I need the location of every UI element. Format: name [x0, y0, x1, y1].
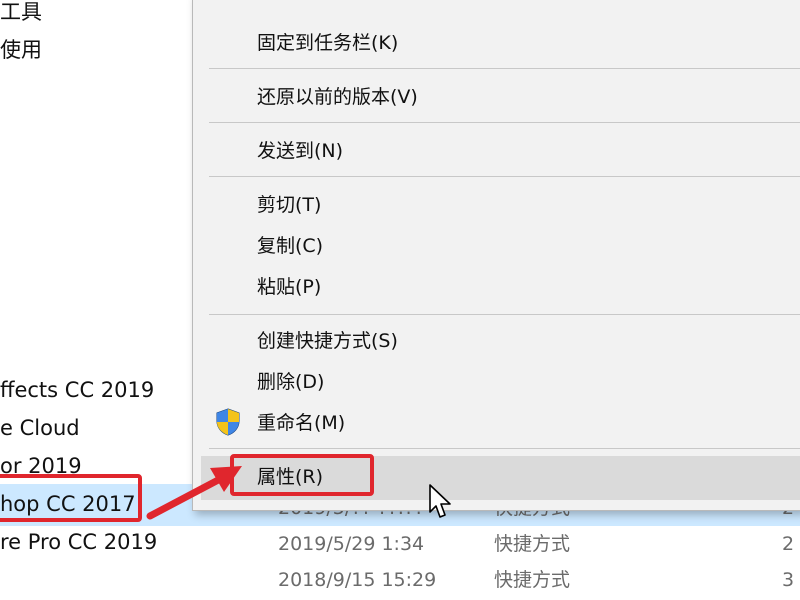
menu-separator [209, 314, 800, 315]
file-size: 2 [782, 533, 795, 555]
menu-item-cut[interactable]: 剪切(T) [257, 192, 321, 218]
nav-item-tools[interactable]: 工具 [0, 0, 42, 26]
menu-item-delete[interactable]: 删除(D) [257, 369, 324, 395]
menu-item-pin-taskbar[interactable]: 固定到任务栏(K) [257, 30, 398, 56]
uac-shield-icon [215, 408, 241, 436]
file-type: 快捷方式 [494, 569, 571, 591]
file-name-creative-cloud[interactable]: e Cloud [0, 414, 80, 442]
menu-separator [209, 176, 800, 177]
menu-item-restore-versions[interactable]: 还原以前的版本(V) [257, 84, 418, 110]
context-menu: 固定到任务栏(K) 还原以前的版本(V) 发送到(N) 剪切(T) 复制(C) … [192, 0, 800, 511]
file-size: 3 [782, 569, 795, 591]
menu-separator [209, 448, 800, 449]
menu-item-send-to[interactable]: 发送到(N) [257, 138, 343, 164]
file-date: 2018/9/15 15:29 [278, 569, 437, 591]
mouse-cursor-icon [428, 484, 454, 520]
file-name-premiere[interactable]: re Pro CC 2019 [0, 528, 157, 556]
file-type: 快捷方式 [494, 533, 571, 555]
file-name-after-effects[interactable]: ffects CC 2019 [0, 376, 154, 404]
menu-item-create-shortcut[interactable]: 创建快捷方式(S) [257, 328, 398, 354]
file-date: 2019/5/29 1:34 [278, 533, 425, 555]
menu-item-rename[interactable]: 重命名(M) [257, 410, 345, 436]
nav-item-use[interactable]: 使用 [0, 36, 42, 64]
menu-separator [209, 68, 800, 69]
red-arrow-icon [144, 456, 254, 526]
menu-item-copy[interactable]: 复制(C) [257, 233, 323, 259]
annotation-box-file [0, 474, 142, 522]
menu-item-paste[interactable]: 粘贴(P) [257, 274, 321, 300]
menu-separator [209, 122, 800, 123]
